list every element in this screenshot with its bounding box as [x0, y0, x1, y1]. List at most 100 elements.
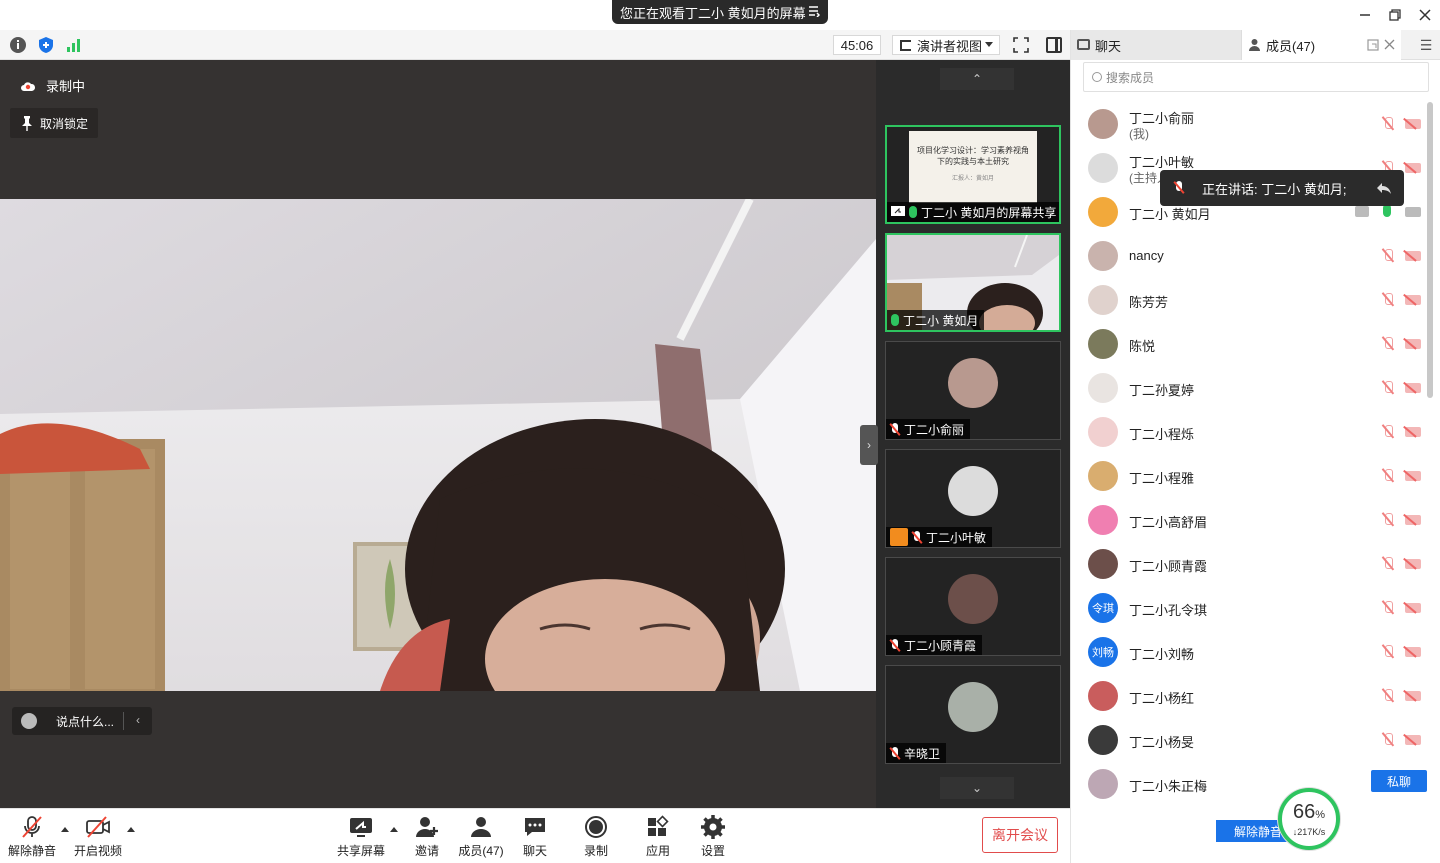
camera-off-icon[interactable]: [1405, 471, 1421, 481]
member-row[interactable]: 丁二小杨红: [1071, 674, 1427, 718]
camera-off-icon[interactable]: [1405, 295, 1421, 305]
avatar: [1088, 329, 1118, 359]
member-row[interactable]: 丁二小程雅: [1071, 454, 1427, 498]
camera-off-icon[interactable]: [1405, 427, 1421, 437]
mic-muted-icon[interactable]: [1381, 380, 1395, 396]
mic-muted-icon[interactable]: [1381, 336, 1395, 352]
share-screen-button[interactable]: 共享屏幕: [333, 815, 389, 861]
signal-strength-icon[interactable]: [65, 36, 83, 54]
unmute-button[interactable]: 解除静音: [4, 815, 60, 861]
member-row[interactable]: 丁二小俞丽 (我): [1071, 102, 1427, 146]
camera-off-icon[interactable]: [1405, 603, 1421, 613]
camera-off-icon[interactable]: [1405, 339, 1421, 349]
mic-muted-icon[interactable]: [1381, 512, 1395, 528]
thumbnail-avatar[interactable]: 丁二小顾青霞: [885, 557, 1061, 656]
mic-muted-icon[interactable]: [1381, 644, 1395, 660]
mic-muted-icon[interactable]: [1381, 600, 1395, 616]
popout-icon[interactable]: [1367, 39, 1379, 51]
members-scrollbar[interactable]: [1427, 102, 1433, 398]
list-menu-icon[interactable]: [808, 5, 820, 17]
member-status: [1377, 336, 1427, 352]
chevron-up-icon[interactable]: [127, 827, 135, 832]
thumbnail-video[interactable]: 丁二小 黄如月: [885, 233, 1061, 332]
member-row[interactable]: 丁二小程烁: [1071, 410, 1427, 454]
network-percent: 66%: [1292, 800, 1326, 823]
toggle-side-panel-icon[interactable]: [1046, 37, 1062, 53]
camera-off-icon[interactable]: [1405, 691, 1421, 701]
member-row[interactable]: 丁二小朱正梅 私聊: [1071, 762, 1427, 802]
mic-muted-icon[interactable]: [1381, 116, 1395, 132]
mic-muted-icon[interactable]: [1381, 688, 1395, 704]
camera-off-icon[interactable]: [1405, 515, 1421, 525]
scroll-up-button[interactable]: ⌃: [940, 68, 1014, 90]
member-row[interactable]: 令琪 丁二小孔令琪: [1071, 586, 1427, 630]
chevron-left-icon[interactable]: ‹: [136, 713, 140, 727]
camera-icon[interactable]: [1405, 207, 1421, 217]
member-row[interactable]: 丁二小杨旻: [1071, 718, 1427, 762]
participant-thumbnail-strip: ⌃ 项目化学习设计：学习素养视角下的实践与本土研究 汇报人：黄如月 丁二小 黄如…: [876, 60, 1070, 808]
mic-muted-icon[interactable]: [1381, 424, 1395, 440]
private-chat-button[interactable]: 私聊: [1371, 770, 1427, 792]
mic-muted-icon[interactable]: [1381, 556, 1395, 572]
member-row[interactable]: 陈芳芳: [1071, 278, 1427, 322]
restore-button[interactable]: [1380, 0, 1410, 30]
member-row[interactable]: 陈悦: [1071, 322, 1427, 366]
camera-off-icon[interactable]: [1405, 559, 1421, 569]
info-icon[interactable]: [9, 36, 27, 54]
camera-off-icon[interactable]: [1405, 251, 1421, 261]
security-shield-icon[interactable]: [37, 36, 55, 54]
unpin-label: 取消锁定: [40, 116, 89, 131]
chat-input-box[interactable]: 说点什么... ‹: [12, 707, 152, 735]
close-button[interactable]: [1410, 0, 1440, 30]
view-mode-dropdown[interactable]: 演讲者视图: [892, 35, 1000, 55]
member-row[interactable]: 丁二孙夏婷: [1071, 366, 1427, 410]
member-row[interactable]: nancy: [1071, 234, 1427, 278]
recording-indicator: 录制中: [20, 76, 85, 95]
invite-button[interactable]: 邀请: [399, 815, 455, 861]
mic-muted-icon[interactable]: [1381, 248, 1395, 264]
member-row[interactable]: 丁二小顾青霞: [1071, 542, 1427, 586]
chat-button[interactable]: 聊天: [507, 815, 563, 861]
member-status: [1377, 512, 1427, 528]
tab-members[interactable]: 成员(47): [1241, 30, 1401, 60]
mic-muted-icon[interactable]: [1381, 292, 1395, 308]
panel-menu-button[interactable]: ☰: [1411, 30, 1440, 60]
camera-off-icon[interactable]: [1405, 647, 1421, 657]
close-icon[interactable]: [1384, 39, 1395, 50]
mic-muted-icon[interactable]: [1381, 468, 1395, 484]
mic-muted-icon[interactable]: [1381, 732, 1395, 748]
member-name: 丁二小 黄如月: [1129, 207, 1211, 222]
reply-icon[interactable]: [1376, 180, 1392, 196]
fullscreen-icon[interactable]: [1013, 37, 1029, 53]
thumbnail-avatar[interactable]: 辛晓卫: [885, 665, 1061, 764]
leave-meeting-button[interactable]: 离开会议: [982, 817, 1058, 853]
screen-share-banner[interactable]: 您正在观看丁二小 黄如月的屏幕: [612, 0, 828, 24]
chevron-up-icon[interactable]: [61, 827, 69, 832]
search-members-input[interactable]: 搜索成员: [1083, 62, 1429, 92]
unpin-button[interactable]: 取消锁定: [10, 108, 99, 138]
camera-off-icon[interactable]: [1405, 383, 1421, 393]
camera-off-icon[interactable]: [1405, 119, 1421, 129]
camera-off-icon[interactable]: [1405, 163, 1421, 173]
members-button[interactable]: 成员(47): [453, 815, 509, 861]
camera-off-icon[interactable]: [1405, 735, 1421, 745]
thumbnail-avatar[interactable]: 丁二小俞丽: [885, 341, 1061, 440]
settings-button[interactable]: 设置: [685, 815, 741, 861]
avatar: [948, 466, 998, 516]
avatar: [1088, 549, 1118, 579]
member-row[interactable]: 刘畅 丁二小刘畅: [1071, 630, 1427, 674]
collapse-strip-handle[interactable]: ›: [860, 425, 878, 465]
chevron-up-icon[interactable]: [390, 827, 398, 832]
member-row[interactable]: 丁二小高舒眉: [1071, 498, 1427, 542]
minimize-button[interactable]: [1350, 0, 1380, 30]
thumbnail-screen-share[interactable]: 项目化学习设计：学习素养视角下的实践与本土研究 汇报人：黄如月 丁二小 黄如月的…: [885, 125, 1061, 224]
thumbnail-avatar[interactable]: 丁二小叶敏: [885, 449, 1061, 548]
scroll-down-button[interactable]: ⌄: [940, 777, 1014, 799]
emoji-icon[interactable]: [21, 713, 37, 729]
network-status-badge[interactable]: 66% ↓217K/s: [1278, 788, 1340, 850]
recording-label: 录制中: [46, 79, 86, 94]
start-video-button[interactable]: 开启视频: [70, 815, 126, 861]
tab-chat[interactable]: 聊天: [1071, 30, 1241, 60]
apps-button[interactable]: 应用: [630, 815, 686, 861]
record-button[interactable]: 录制: [568, 815, 624, 861]
